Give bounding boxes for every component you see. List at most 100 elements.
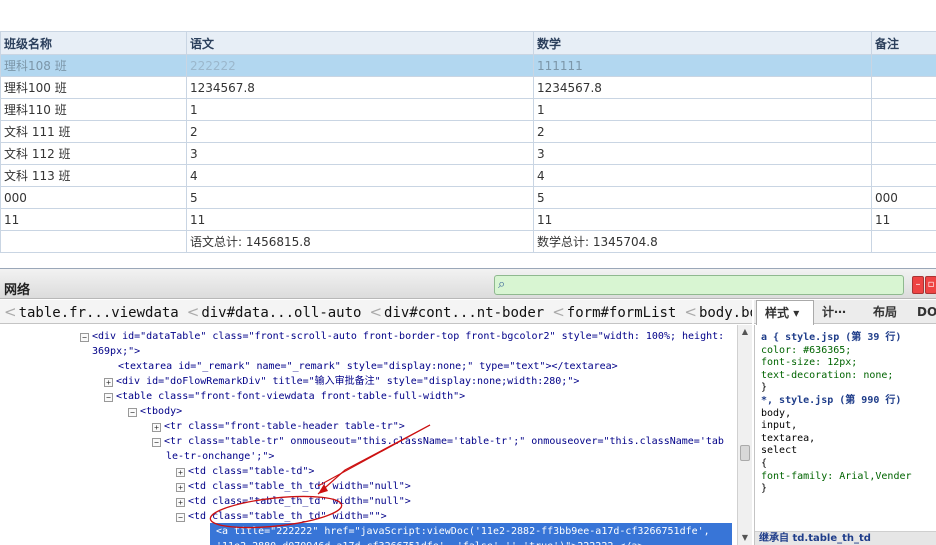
column-header-chinese[interactable]: 语文 <box>186 31 534 55</box>
tab-style[interactable]: 样式 ▾ <box>756 300 814 325</box>
total-math: 数学总计: 1345704.8 <box>533 230 872 253</box>
tree-node[interactable]: − <tr class="table-tr" onmouseout="this.c… <box>152 434 724 449</box>
cell-empty <box>0 230 187 253</box>
cell-note <box>871 54 936 77</box>
search-icon: ⌕ <box>498 277 506 292</box>
css-rules-panel: a { style.jsp (第 39 行) color: #636365; f… <box>754 325 936 545</box>
cell-note: 000 <box>871 186 936 209</box>
cell-empty <box>871 230 936 253</box>
devtools-search-field[interactable]: ⌕ <box>494 275 904 295</box>
scroll-down-icon[interactable]: ▼ <box>740 533 750 543</box>
collapse-icon[interactable]: − <box>128 408 137 417</box>
selected-node-line[interactable]: <a title="222222" href="javaScript:viewD… <box>216 524 710 539</box>
cell-math: 1234567.8 <box>533 76 872 99</box>
chevron-left-icon: < <box>369 303 383 321</box>
collapse-icon[interactable]: − <box>104 393 113 402</box>
minimize-icon[interactable]: – <box>912 276 924 294</box>
tab-layout[interactable]: 布局 <box>873 300 897 324</box>
tree-node[interactable]: <textarea id="_remark" name="_remark" st… <box>118 359 618 374</box>
table-row[interactable]: 文科 112 班33 <box>0 142 936 165</box>
tree-node[interactable]: 369px;"> <box>92 344 140 359</box>
net-tab-label[interactable]: 网络 <box>4 279 30 298</box>
collapse-icon[interactable]: − <box>176 513 185 522</box>
breadcrumb-item[interactable]: table.fr...viewdata <box>19 301 183 323</box>
cell-note <box>871 76 936 99</box>
inherited-from-bar: 继承自 td.table_th_td <box>755 531 936 545</box>
expand-icon[interactable]: + <box>176 468 185 477</box>
cell-class: 文科 112 班 <box>0 142 187 165</box>
css-selector: } <box>761 483 768 495</box>
tree-node-markup: <tr class="front-table-header table-tr"> <box>164 421 405 432</box>
css-property[interactable]: text-decoration: none; <box>761 369 893 383</box>
breadcrumb-item[interactable]: div#data...oll-auto <box>201 301 365 323</box>
grades-table: 班级名称 语文 数学 备注 理科108 班 222222 111111 理科100 班… <box>0 31 936 253</box>
cell-note <box>871 142 936 165</box>
cell-chinese[interactable]: 1 <box>186 98 534 121</box>
cell-note <box>871 164 936 187</box>
tree-node-markup: <table class="front-font-viewdata front-… <box>116 391 466 402</box>
cell-chinese[interactable]: 11 <box>186 208 534 231</box>
expand-icon[interactable]: + <box>176 483 185 492</box>
breadcrumb-item[interactable]: form#formList <box>567 301 681 323</box>
table-row[interactable]: 文科 113 班44 <box>0 164 936 187</box>
cell-math: 3 <box>533 142 872 165</box>
tree-node-markup: <td class="table-td"> <box>188 466 315 477</box>
html-tree-view: − <div id="dataTable" class="front-scroll… <box>0 325 737 545</box>
cell-math: 4 <box>533 164 872 187</box>
tree-node[interactable]: le-tr-onchange';"> <box>166 449 274 464</box>
tree-node-markup: le-tr-onchange';"> <box>166 451 275 462</box>
tree-node[interactable]: + <div id="doFlowRemarkDiv" title="输入审批备注… <box>104 374 579 389</box>
cell-math: 2 <box>533 120 872 143</box>
tab-computed[interactable]: 计⋯ <box>822 300 846 324</box>
column-header-note[interactable]: 备注 <box>871 31 936 55</box>
table-row[interactable]: 理科108 班 222222 111111 <box>0 54 936 77</box>
collapse-icon[interactable]: − <box>80 333 89 342</box>
tree-node[interactable]: − <td class="table_th_td" width=""> <box>176 509 387 524</box>
restore-icon[interactable]: ▫ <box>925 276 936 294</box>
expand-icon[interactable]: + <box>104 378 113 387</box>
breadcrumb-item[interactable]: div#cont...nt-boder <box>384 301 548 323</box>
css-property[interactable]: font-family: Arial,Vender <box>761 470 912 484</box>
table-row[interactable]: 理科110 班11 <box>0 98 936 121</box>
tree-node-markup: <div id="dataTable" class="front-scroll-… <box>92 331 725 342</box>
tree-node[interactable]: + <td class="table_th_td" width="null"> <box>176 494 411 509</box>
cell-chinese[interactable]: 5 <box>186 186 534 209</box>
tree-node[interactable]: + <td class="table_th_td" width="null"> <box>176 479 411 494</box>
expand-icon[interactable]: + <box>152 423 161 432</box>
tree-node[interactable]: − <tbody> <box>128 404 182 419</box>
tree-scrollbar[interactable]: ▲ ▼ <box>737 325 752 545</box>
breadcrumb-item[interactable]: body.body-fro <box>699 301 752 323</box>
cell-chinese[interactable]: 3 <box>186 142 534 165</box>
scroll-up-icon[interactable]: ▲ <box>740 327 750 337</box>
tree-node[interactable]: + <tr class="front-table-header table-tr"… <box>152 419 405 434</box>
cell-class: 11 <box>0 208 187 231</box>
table-body: 理科108 班 222222 111111 理科100 班 1234567.8 12345… <box>0 54 936 253</box>
inherited-from-label: 继承自 td.table_th_td <box>759 533 871 544</box>
cell-class: 理科110 班 <box>0 98 187 121</box>
chevron-left-icon: < <box>684 303 697 321</box>
cell-chinese[interactable]: 1234567.8 <box>186 76 534 99</box>
tab-dom[interactable]: DO <box>917 300 936 324</box>
selected-node-line[interactable]: '11e2-2880-d070946d-a17d-cf3266751dfe', … <box>216 539 643 545</box>
table-row[interactable]: 000 5 5 000 <box>0 186 936 209</box>
column-header-math[interactable]: 数学 <box>533 31 872 55</box>
cell-math: 11 <box>533 208 872 231</box>
collapse-icon[interactable]: − <box>152 438 161 447</box>
table-row[interactable]: 文科 111 班22 <box>0 120 936 143</box>
expand-icon[interactable]: + <box>176 498 185 507</box>
breadcrumb: < table.fr...viewdata < div#data...oll-auto… <box>0 300 752 324</box>
tree-node[interactable]: − <table class="front-font-viewdata front… <box>104 389 465 404</box>
chevron-left-icon: < <box>552 303 565 321</box>
tree-node[interactable]: + <td class="table-td"> <box>176 464 314 479</box>
scroll-thumb[interactable] <box>740 445 750 461</box>
cell-chinese[interactable]: 2 <box>186 120 534 143</box>
tree-node[interactable]: − <div id="dataTable" class="front-scroll… <box>80 329 724 344</box>
data-view: 班级名称 语文 数学 备注 理科108 班 222222 111111 理科100 班… <box>0 0 936 268</box>
window-buttons: – ▫ <box>912 276 936 294</box>
table-row[interactable]: 理科100 班 1234567.8 1234567.8 <box>0 76 936 99</box>
table-row[interactable]: 11 11 11 11 <box>0 208 936 231</box>
cell-chinese[interactable]: 222222 <box>186 54 534 77</box>
cell-chinese[interactable]: 4 <box>186 164 534 187</box>
column-header-class[interactable]: 班级名称 <box>0 31 187 55</box>
chevron-left-icon: < <box>4 303 17 321</box>
